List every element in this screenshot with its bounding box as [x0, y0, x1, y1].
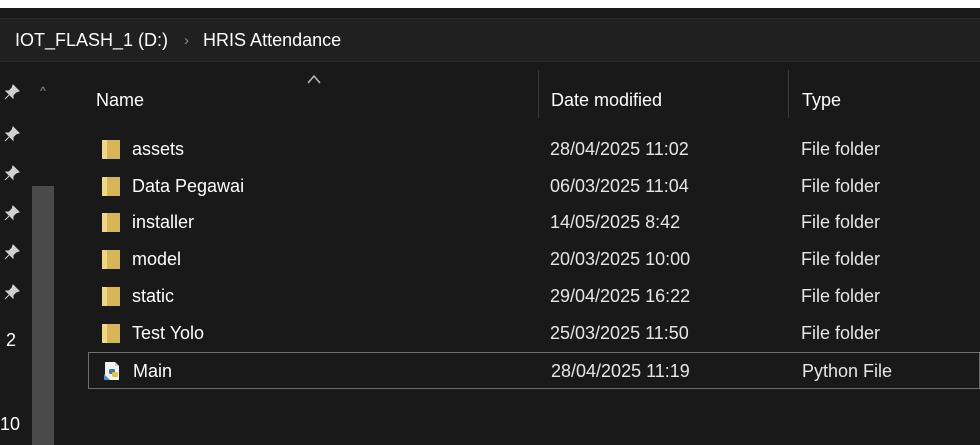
file-name: Data Pegawai — [132, 176, 245, 196]
file-date-modified: 28/04/2025 11:19 — [551, 361, 690, 381]
file-date-modified: 06/03/2025 11:04 — [550, 176, 689, 196]
column-header-name[interactable]: Name — [96, 78, 144, 122]
column-divider[interactable] — [538, 70, 539, 118]
breadcrumb-drive[interactable]: IOT_FLASH_1 (D:) — [15, 30, 168, 51]
file-type: File folder — [801, 286, 881, 306]
breadcrumb-chevron-icon[interactable]: › — [184, 32, 189, 49]
file-date-modified: 28/04/2025 11:02 — [550, 139, 689, 159]
file-name: static — [132, 286, 175, 306]
file-type: File folder — [801, 139, 881, 159]
file-row[interactable]: static 29/04/2025 16:22 File folder — [88, 279, 980, 313]
screenshot-frame: IOT_FLASH_1 (D:) › HRIS Attendance ^ 2 1… — [0, 0, 980, 445]
file-row[interactable]: assets 28/04/2025 11:02 File folder — [88, 132, 980, 166]
nav-scroll-up-icon[interactable]: ^ — [36, 84, 50, 98]
file-date-modified: 20/03/2025 10:00 — [550, 249, 691, 269]
folder-icon — [102, 250, 120, 269]
file-name: Main — [133, 361, 173, 381]
file-type: File folder — [801, 176, 881, 196]
folder-icon — [102, 140, 120, 159]
python-file-icon — [104, 362, 119, 380]
address-bar[interactable]: IOT_FLASH_1 (D:) › HRIS Attendance — [0, 18, 980, 62]
nav-item-label[interactable]: 10 — [0, 414, 20, 435]
file-name: model — [132, 249, 182, 269]
folder-icon — [102, 287, 120, 306]
file-type: File folder — [801, 212, 881, 232]
file-row[interactable]: Data Pegawai 06/03/2025 11:04 File folde… — [88, 169, 980, 203]
file-type: File folder — [801, 323, 881, 343]
nav-item-label[interactable]: 2 — [6, 330, 16, 351]
file-name: Test Yolo — [132, 323, 205, 343]
file-type: Python File — [802, 361, 893, 381]
file-name: assets — [132, 139, 185, 159]
column-header-date-modified[interactable]: Date modified — [551, 78, 662, 122]
folder-icon — [102, 213, 120, 232]
file-date-modified: 14/05/2025 8:42 — [550, 212, 681, 232]
file-row[interactable]: installer 14/05/2025 8:42 File folder — [88, 205, 980, 239]
nav-scrollbar[interactable] — [32, 186, 54, 445]
column-header-row: Name Date modified Type — [58, 70, 980, 122]
file-row[interactable]: Test Yolo 25/03/2025 11:50 File folder — [88, 316, 980, 350]
column-divider[interactable] — [788, 70, 789, 118]
folder-icon — [102, 177, 120, 196]
pin-icon — [4, 165, 20, 181]
folder-icon — [102, 324, 120, 343]
column-header-type[interactable]: Type — [802, 78, 841, 122]
file-date-modified: 25/03/2025 11:50 — [550, 323, 689, 343]
pin-icon — [4, 284, 20, 300]
file-row[interactable]: model 20/03/2025 10:00 File folder — [88, 242, 980, 276]
file-row[interactable]: Main 28/04/2025 11:19 Python File — [88, 352, 980, 389]
file-list-pane[interactable]: Name Date modified Type assets 28/04/202… — [58, 62, 980, 445]
pin-icon — [4, 244, 20, 260]
navigation-pane[interactable]: ^ 2 10 — [0, 62, 58, 445]
file-name: installer — [132, 212, 195, 232]
file-type: File folder — [801, 249, 881, 269]
pin-icon — [4, 205, 20, 221]
breadcrumb-folder[interactable]: HRIS Attendance — [203, 30, 341, 51]
file-date-modified: 29/04/2025 16:22 — [550, 286, 691, 306]
pin-icon — [4, 126, 20, 142]
pin-icon — [4, 84, 20, 100]
